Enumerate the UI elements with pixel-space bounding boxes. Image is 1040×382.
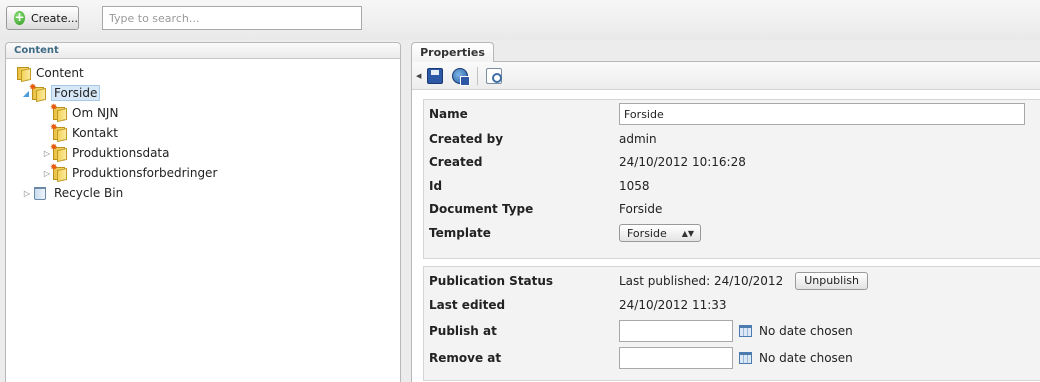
tree-node-kontakt[interactable]: ✸ Kontakt — [50, 123, 118, 142]
last-edited-value: 24/10/2012 11:33 — [619, 298, 727, 312]
tree-node-content[interactable]: Content — [16, 64, 84, 82]
tree-node-forside[interactable]: ◢ ✸ Forside — [21, 83, 101, 102]
created-by-row: Created by admin — [429, 129, 1039, 149]
folder-new-icon: ✸ — [50, 143, 68, 162]
document-type-label: Document Type — [429, 202, 534, 216]
tree-node-label: Content — [36, 66, 84, 80]
calendar-icon[interactable] — [739, 352, 752, 364]
select-arrows-icon: ▲▼ — [681, 228, 694, 238]
remove-at-value: No date chosen — [759, 351, 853, 365]
content-tree-panel: Content Content ◢ ✸ Forside ✸ Om NJN ✸ K… — [5, 42, 401, 382]
folder-new-icon: ✸ — [50, 103, 68, 122]
publication-status-row: Publication Status Last published: 24/10… — [429, 271, 1039, 291]
preview-icon[interactable] — [486, 67, 503, 84]
folder-new-icon: ✸ — [29, 83, 47, 102]
tree-node-om-njn[interactable]: ✸ Om NJN — [50, 103, 119, 122]
folder-icon — [16, 66, 32, 82]
tree-node-produktionsdata[interactable]: ▷ ✸ Produktionsdata — [42, 143, 170, 162]
created-value: 24/10/2012 10:16:28 — [619, 155, 746, 169]
editor-toolbar: ◀ — [412, 62, 1040, 90]
folder-new-icon: ✸ — [50, 123, 68, 142]
content-tree-header: Content — [6, 43, 400, 59]
tree-node-label: Kontakt — [72, 126, 118, 140]
properties-area: Properties ◀ Name Created by admin Creat… — [411, 42, 1040, 382]
save-icon[interactable] — [427, 67, 444, 84]
template-select-value: Forside — [627, 226, 667, 240]
add-icon: + — [14, 10, 25, 25]
create-button-label: Create... — [30, 11, 78, 25]
create-button[interactable]: + Create... — [6, 6, 79, 30]
name-label: Name — [429, 107, 468, 121]
properties-panel: ◀ Name Created by admin Created 24/10/20… — [411, 61, 1040, 382]
publish-at-input[interactable] — [619, 320, 733, 342]
document-info-section: Name Created by admin Created 24/10/2012… — [423, 99, 1040, 259]
unpublish-button[interactable]: Unpublish — [795, 272, 868, 290]
document-type-value: Forside — [619, 202, 663, 216]
top-toolbar: + Create... — [0, 0, 1040, 40]
id-label: Id — [429, 179, 443, 193]
created-by-value: admin — [619, 132, 657, 146]
id-value: 1058 — [619, 179, 650, 193]
tree-node-recycle-bin[interactable]: ▷ Recycle Bin — [22, 184, 123, 202]
tree-node-label: Om NJN — [72, 106, 119, 120]
tree-node-label: Produktionsdata — [72, 146, 170, 160]
id-row: Id 1058 — [429, 176, 1039, 196]
created-row: Created 24/10/2012 10:16:28 — [429, 152, 1039, 172]
document-type-row: Document Type Forside — [429, 199, 1039, 219]
folder-new-icon: ✸ — [50, 163, 68, 182]
tree-node-produktionsforbedringer[interactable]: ▷ ✸ Produktionsforbedringer — [42, 163, 218, 182]
last-edited-label: Last edited — [429, 298, 506, 312]
publish-at-label: Publish at — [429, 324, 497, 338]
recycle-bin-icon — [34, 186, 46, 200]
template-label: Template — [429, 226, 491, 240]
tree-node-label: Forside — [51, 85, 101, 101]
publish-at-row: Publish at No date chosen — [429, 319, 1039, 343]
last-edited-row: Last edited 24/10/2012 11:33 — [429, 295, 1039, 315]
calendar-icon[interactable] — [739, 325, 752, 337]
publishing-section: Publication Status Last published: 24/10… — [423, 266, 1040, 381]
tab-properties[interactable]: Properties — [411, 42, 494, 62]
save-and-publish-icon[interactable] — [452, 67, 471, 86]
remove-at-label: Remove at — [429, 351, 502, 365]
template-row: Template Forside ▲▼ — [429, 223, 1039, 243]
template-select[interactable]: Forside ▲▼ — [619, 224, 701, 242]
publication-status-value: Last published: 24/10/2012 — [619, 274, 784, 288]
toolbar-collapse-icon[interactable]: ◀ — [416, 72, 421, 80]
expand-arrow-icon[interactable]: ▷ — [22, 189, 32, 198]
search-input[interactable] — [102, 6, 362, 30]
remove-at-row: Remove at No date chosen — [429, 346, 1039, 370]
publish-at-value: No date chosen — [759, 324, 853, 338]
publication-status-label: Publication Status — [429, 274, 554, 288]
toolbar-divider — [477, 66, 479, 85]
created-label: Created — [429, 155, 483, 169]
created-by-label: Created by — [429, 132, 504, 146]
tree-node-label: Produktionsforbedringer — [72, 166, 218, 180]
name-field[interactable] — [619, 103, 1025, 125]
tree-node-label: Recycle Bin — [54, 186, 124, 200]
name-row: Name — [429, 103, 1039, 125]
remove-at-input[interactable] — [619, 347, 733, 369]
